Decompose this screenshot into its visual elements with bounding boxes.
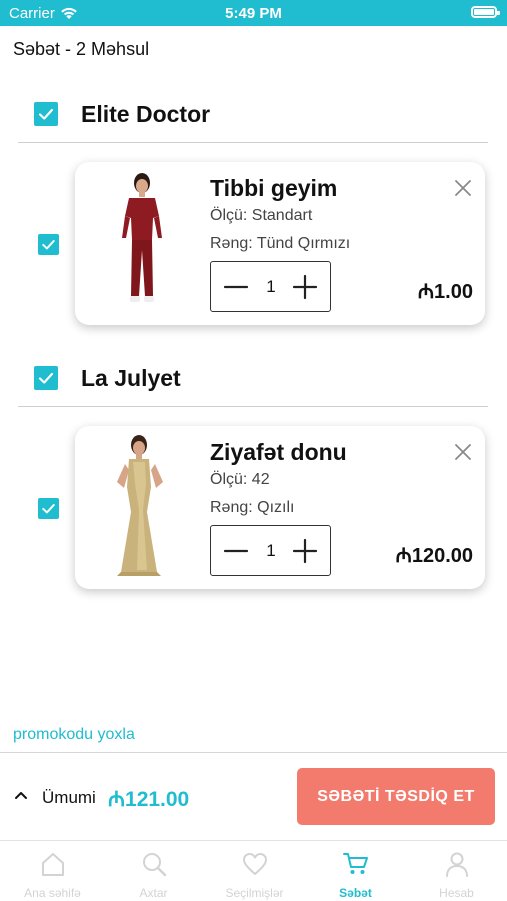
checkmark-icon [42, 240, 55, 250]
item-checkbox[interactable] [38, 498, 59, 519]
product-price: ₼1.00 [417, 281, 473, 303]
user-icon [446, 852, 468, 877]
tab-label: Səbət [339, 886, 372, 900]
promo-code-link[interactable]: promokodu yoxla [13, 726, 135, 744]
tab-label: Seçilmişlər [225, 886, 284, 900]
quantity-value: 1 [266, 541, 276, 560]
divider [18, 406, 488, 407]
status-bar: Carrier 5:49 PM [0, 0, 507, 26]
product-color: Rəng: Qızılı [210, 499, 295, 516]
search-icon [143, 853, 167, 877]
product-size: Ölçü: Standart [210, 207, 313, 224]
page-title: Səbət - 2 Məhsul [13, 39, 150, 59]
tab-home[interactable]: Ana səhifə [2, 841, 103, 901]
plus-icon[interactable] [292, 274, 318, 300]
tab-cart[interactable]: Səbət [305, 841, 406, 901]
cart-item-card: Tibbi geyim Ölçü: Standart Rəng: Tünd Qı… [75, 162, 485, 325]
product-price: ₼120.00 [395, 545, 473, 567]
close-icon[interactable] [453, 178, 473, 198]
store-header: Elite Doctor [0, 89, 507, 139]
quantity-value: 1 [266, 277, 276, 296]
checkmark-icon [38, 372, 54, 384]
quantity-stepper: 1 [210, 525, 331, 576]
tab-label: Ana səhifə [24, 886, 81, 900]
total-value: ₼121.00 [108, 788, 190, 811]
product-name: Tibbi geyim [210, 175, 338, 201]
plus-icon[interactable] [292, 538, 318, 564]
tab-label: Hesab [439, 886, 474, 900]
tab-account[interactable]: Hesab [406, 841, 507, 901]
tab-label: Axtar [139, 886, 168, 900]
item-checkbox[interactable] [38, 234, 59, 255]
product-size: Ölçü: 42 [210, 471, 270, 488]
checkout-bar: Ümumi ₼121.00 SƏBƏTİ TƏSDİQ ET [0, 752, 507, 841]
heart-icon [243, 853, 267, 875]
tab-bar: Ana səhifə Axtar Seçilmişlər Səbət Hesab [0, 840, 507, 901]
tab-favorites[interactable]: Seçilmişlər [204, 841, 305, 901]
cart-item-card: Ziyafət donu Ölçü: 42 Rəng: Qızılı 1 ₼12… [75, 426, 485, 589]
minus-icon[interactable] [223, 538, 249, 564]
tab-search[interactable]: Axtar [103, 841, 204, 901]
battery-icon [471, 6, 500, 18]
store-name: La Julyet [81, 365, 181, 391]
divider [18, 142, 488, 143]
close-icon[interactable] [453, 442, 473, 462]
product-name: Ziyafət donu [210, 439, 347, 465]
home-icon [42, 853, 64, 876]
product-image [117, 435, 163, 576]
confirm-cart-button[interactable]: SƏBƏTİ TƏSDİQ ET [297, 768, 495, 825]
quantity-stepper: 1 [210, 261, 331, 312]
product-image [122, 173, 162, 302]
store-checkbox[interactable] [34, 366, 58, 390]
store-header: La Julyet [0, 353, 507, 403]
checkmark-icon [38, 108, 54, 120]
store-checkbox[interactable] [34, 102, 58, 126]
cart-icon [343, 853, 368, 874]
total-label: Ümumi [42, 788, 96, 807]
chevron-up-icon[interactable] [14, 789, 28, 801]
status-time: 5:49 PM [225, 5, 282, 22]
minus-icon[interactable] [223, 274, 249, 300]
product-color: Rəng: Tünd Qırmızı [210, 235, 351, 252]
checkmark-icon [42, 504, 55, 514]
store-name: Elite Doctor [81, 101, 211, 127]
